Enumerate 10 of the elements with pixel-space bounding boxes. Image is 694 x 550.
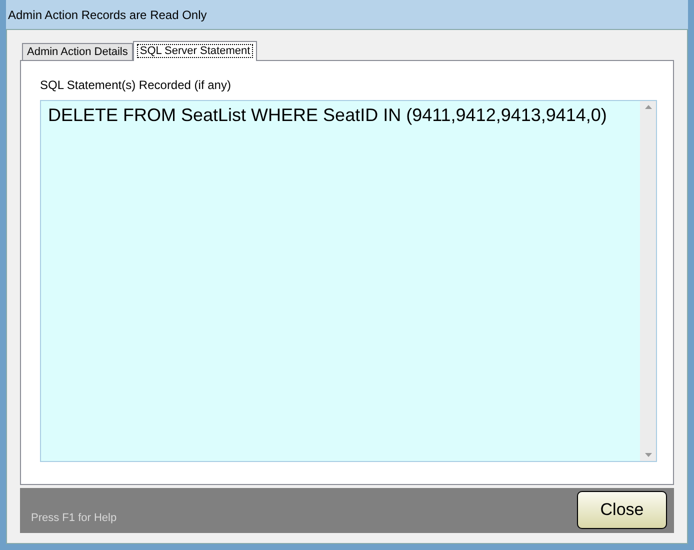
field-label: SQL Statement(s) Recorded (if any) [40, 77, 232, 94]
sql-text-area[interactable]: DELETE FROM SeatList WHERE SeatID IN (9411,9412,9413,9414,0) [40, 100, 657, 462]
tab[interactable]: Admin Action Details [22, 43, 133, 60]
scroll-down-icon[interactable] [644, 453, 652, 457]
close-button[interactable]: Close [577, 491, 667, 529]
tab[interactable]: SQL Server Statement [132, 41, 258, 61]
help-text: Press F1 for Help [31, 510, 117, 526]
scroll-up-icon[interactable] [644, 105, 652, 109]
window-title: Admin Action Records are Read Only [8, 6, 207, 24]
scrollbar[interactable] [640, 101, 656, 461]
